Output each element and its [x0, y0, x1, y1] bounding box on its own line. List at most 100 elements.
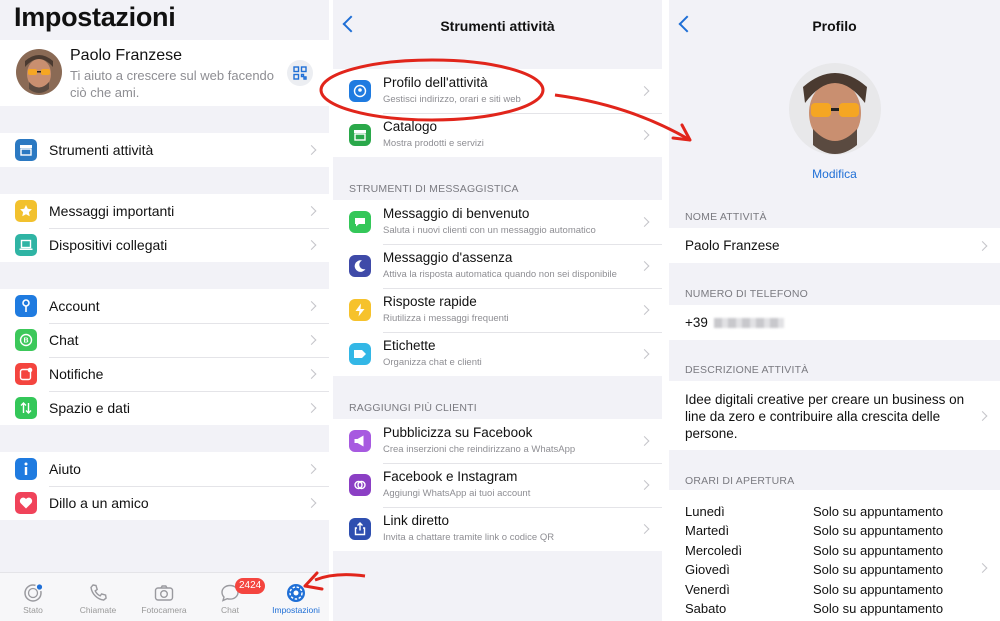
settings-item-label: Account: [49, 298, 100, 314]
tab-settings[interactable]: Impostazioni: [264, 573, 328, 621]
settings-item-linked-devices[interactable]: Dispositivi collegati: [0, 228, 329, 262]
settings-group-account: Account B Chat Notifiche Spazio e dati: [0, 289, 329, 425]
tools-item-subtitle: Organizza chat e clienti: [383, 357, 482, 368]
moon-icon: [349, 255, 371, 277]
notification-icon: [15, 363, 37, 385]
key-icon: [15, 295, 37, 317]
settings-item-label: Messaggi importanti: [49, 203, 175, 219]
phone-prefix: +39: [685, 315, 708, 330]
tools-item-title: Pubblicizza su Facebook: [383, 425, 533, 440]
hours-value: Solo su appuntamento: [813, 601, 944, 616]
description-field[interactable]: Idee digitali creative per creare un bus…: [669, 381, 1000, 450]
tools-item-title: Risposte rapide: [383, 294, 477, 309]
tab-label: Stato: [23, 605, 43, 615]
hours-value: Solo su appuntamento: [813, 504, 944, 519]
settings-item-storage[interactable]: Spazio e dati: [0, 391, 329, 425]
chevron-right-icon: [977, 240, 988, 251]
settings-item-starred[interactable]: Messaggi importanti: [0, 194, 329, 228]
tools-item-subtitle: Gestisci indirizzo, orari e siti web: [383, 94, 521, 105]
business-name-field[interactable]: Paolo Franzese: [669, 228, 1000, 263]
tools-item-subtitle: Aggiungi WhatsApp ai tuoi account: [383, 488, 531, 499]
tab-label: Impostazioni: [272, 605, 320, 615]
tab-label: Fotocamera: [141, 605, 187, 615]
tools-item-business-profile[interactable]: Profilo dell'attività Gestisci indirizzo…: [333, 69, 662, 113]
qr-code-icon[interactable]: [287, 60, 313, 86]
redacted-number: [713, 318, 784, 329]
settings-item-tell-friend[interactable]: Dillo a un amico: [0, 486, 329, 520]
settings-panel: Impostazioni Paolo Franzese Ti aiuto a c…: [0, 0, 329, 621]
tools-item-subtitle: Crea inserzioni che reindirizzano a What…: [383, 444, 576, 455]
settings-item-label: Dillo a un amico: [49, 495, 149, 511]
settings-group-messages: Messaggi importanti Dispositivi collegat…: [0, 194, 329, 262]
business-tools-panel: Strumenti attività Profilo dell'attività…: [333, 0, 662, 621]
nav-title: Strumenti attività: [440, 18, 555, 34]
chevron-right-icon: [306, 464, 317, 474]
hours-value: Solo su appuntamento: [813, 582, 944, 597]
store-icon: [15, 139, 37, 161]
data-arrows-icon: [15, 397, 37, 419]
opening-hours-field[interactable]: Lunedì Solo su appuntamento Martedì Solo s…: [669, 490, 1000, 621]
chevron-right-icon: [306, 145, 317, 155]
phone-number-field: +39: [669, 305, 1000, 340]
tab-calls[interactable]: Chiamate: [66, 573, 130, 621]
tools-item-subtitle: Saluta i nuovi clienti con un messaggio …: [383, 225, 596, 236]
tools-item-facebook-instagram[interactable]: Facebook e Instagram Aggiungi WhatsApp a…: [333, 463, 662, 507]
phone-number-value: +39: [685, 315, 784, 330]
tools-item-facebook-ads[interactable]: Pubblicizza su Facebook Crea inserzioni …: [333, 419, 662, 463]
settings-item-notifications[interactable]: Notifiche: [0, 357, 329, 391]
status-icon: [24, 584, 43, 602]
chevron-right-icon: [639, 349, 650, 359]
megaphone-icon: [349, 430, 371, 452]
chevron-right-icon: [306, 498, 317, 508]
hours-day: Sabato: [685, 601, 727, 616]
tools-item-title: Messaggio d'assenza: [383, 250, 513, 265]
section-header: NOME ATTIVITÀ: [685, 211, 767, 223]
tools-item-away[interactable]: Messaggio d'assenza Attiva la risposta a…: [333, 244, 662, 288]
greeting-icon: [349, 211, 371, 233]
tab-camera[interactable]: Fotocamera: [132, 573, 196, 621]
settings-item-label: Aiuto: [49, 461, 81, 477]
tools-item-direct-link[interactable]: Link diretto Invita a chattare tramite l…: [333, 507, 662, 551]
nav-title: Profilo: [812, 18, 857, 34]
edit-photo-link[interactable]: Modifica: [669, 167, 1000, 181]
tools-item-subtitle: Attiva la risposta automatica quando non…: [383, 269, 617, 280]
profile-photo[interactable]: [789, 63, 881, 155]
tools-item-title: Etichette: [383, 338, 436, 353]
tools-item-title: Messaggio di benvenuto: [383, 206, 530, 221]
profile-card[interactable]: Paolo Franzese Ti aiuto a crescere sul w…: [0, 40, 329, 106]
tools-item-subtitle: Mostra prodotti e servizi: [383, 138, 484, 149]
settings-item-help[interactable]: Aiuto: [0, 452, 329, 486]
tab-status[interactable]: Stato: [1, 573, 65, 621]
tools-item-greeting[interactable]: Messaggio di benvenuto Saluta i nuovi cl…: [333, 200, 662, 244]
settings-item-label: Notifiche: [49, 366, 104, 382]
camera-icon: [154, 585, 174, 601]
link-accounts-icon: [349, 474, 371, 496]
catalog-icon: [349, 124, 371, 146]
chevron-right-icon: [639, 130, 650, 140]
business-name-value: Paolo Franzese: [685, 238, 780, 253]
tools-item-catalog[interactable]: Catalogo Mostra prodotti e servizi: [333, 113, 662, 157]
tab-label: Chiamate: [79, 605, 117, 615]
tools-item-title: Profilo dell'attività: [383, 75, 488, 90]
settings-item-chat[interactable]: B Chat: [0, 323, 329, 357]
page-title: Impostazioni: [14, 2, 176, 32]
business-profile-panel: Profilo Modifica NOME ATTIVITÀ Paolo Fra…: [669, 0, 1000, 621]
tools-item-quick-replies[interactable]: Risposte rapide Riutilizza i messaggi fr…: [333, 288, 662, 332]
settings-group-business: Strumenti attività: [0, 133, 329, 167]
hours-day: Giovedì: [685, 562, 730, 577]
avatar[interactable]: [16, 49, 62, 95]
info-icon: [15, 458, 37, 480]
hours-value: Solo su appuntamento: [813, 562, 944, 577]
settings-item-account[interactable]: Account: [0, 289, 329, 323]
tools-item-labels[interactable]: Etichette Organizza chat e clienti: [333, 332, 662, 376]
star-icon: [15, 200, 37, 222]
chevron-right-icon: [639, 217, 650, 227]
hours-day: Martedì: [685, 523, 730, 538]
chevron-right-icon: [639, 480, 650, 490]
settings-item-label: Chat: [49, 332, 79, 348]
settings-item-business-tools[interactable]: Strumenti attività: [0, 133, 329, 167]
tab-chats[interactable]: 2424 Chat: [198, 573, 266, 621]
profile-name: Paolo Franzese: [70, 47, 183, 64]
hours-day: Venerdì: [685, 582, 730, 597]
hours-day: Mercoledì: [685, 543, 743, 558]
